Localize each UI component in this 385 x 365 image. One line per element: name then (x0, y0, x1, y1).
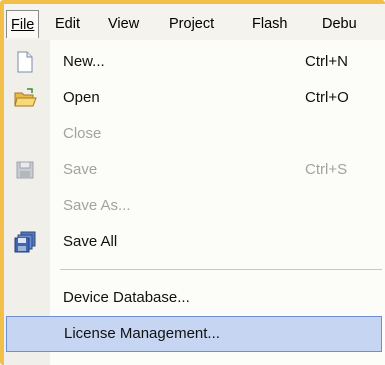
menu-item-device-database-label: Device Database... (63, 289, 190, 306)
menu-file-label: File (11, 17, 35, 33)
save-all-icon (14, 231, 36, 253)
menu-item-save-shortcut: Ctrl+S (305, 161, 348, 178)
menu-item-save[interactable]: Save Ctrl+S (4, 152, 385, 188)
menu-view[interactable]: View (108, 10, 139, 38)
menu-project-label: Project (169, 16, 215, 32)
menu-edit-label: Edit (55, 16, 80, 32)
open-folder-icon (14, 88, 37, 107)
menu-flash[interactable]: Flash (252, 10, 287, 38)
new-document-icon (17, 51, 33, 73)
menu-item-new-shortcut: Ctrl+N (305, 53, 348, 70)
menu-item-open-shortcut: Ctrl+O (305, 89, 349, 106)
menu-debug[interactable]: Debu (322, 10, 357, 38)
menu-item-close[interactable]: Close (4, 116, 385, 152)
menu-debug-label: Debu (322, 16, 357, 32)
menu-edit[interactable]: Edit (55, 10, 80, 38)
menu-item-new[interactable]: New... Ctrl+N (4, 44, 385, 80)
menu-item-open[interactable]: Open Ctrl+O (4, 80, 385, 116)
menu-item-save-as-label: Save As... (63, 197, 131, 214)
menu-item-open-label: Open (63, 89, 100, 106)
file-dropdown-menu: New... Ctrl+N Open Ctrl+O Close Save Ctr… (4, 40, 385, 365)
menu-flash-label: Flash (252, 16, 288, 32)
menu-item-save-as[interactable]: Save As... (4, 188, 385, 224)
menu-item-save-label: Save (63, 161, 98, 178)
menu-view-label: View (108, 16, 140, 32)
menu-item-license-management-label: License Management... (64, 325, 220, 342)
menu-item-device-database[interactable]: Device Database... (4, 280, 385, 316)
menu-separator (60, 269, 382, 270)
menu-file[interactable]: File (6, 10, 40, 38)
menu-item-close-label: Close (63, 125, 102, 142)
menu-item-license-management[interactable]: License Management... (6, 316, 382, 352)
menu-item-save-all[interactable]: Save All (4, 224, 385, 260)
menu-item-save-all-label: Save All (63, 233, 118, 250)
menu-project[interactable]: Project (169, 10, 214, 38)
save-disk-icon (16, 161, 34, 179)
menu-bar: File Edit View Project Flash Debu (4, 4, 385, 42)
menu-item-new-label: New... (63, 53, 105, 70)
